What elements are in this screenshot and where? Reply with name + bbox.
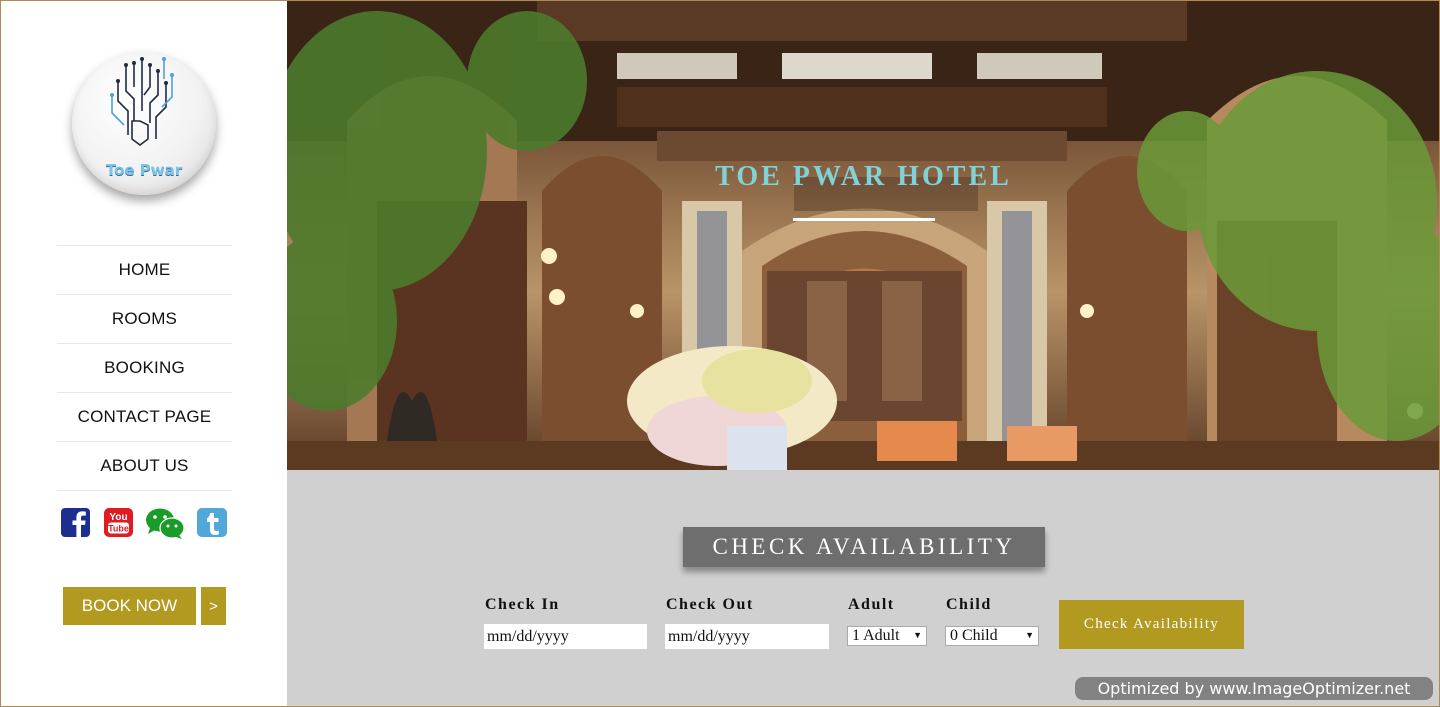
child-select[interactable]: 0 Child ▼ (945, 626, 1039, 646)
availability-section: CHECK AVAILABILITY Check In mm/dd/yyyy C… (287, 470, 1439, 706)
check-in-input[interactable]: mm/dd/yyyy (484, 624, 647, 649)
child-label: Child (946, 596, 992, 613)
availability-heading: CHECK AVAILABILITY (683, 527, 1045, 567)
wechat-icon[interactable] (145, 507, 185, 540)
adult-label: Adult (848, 596, 895, 613)
book-now-arrow-button[interactable]: > (201, 587, 226, 625)
chevron-down-icon: ▼ (1025, 630, 1034, 640)
logo[interactable]: Toe Pwar (72, 51, 216, 195)
nav-item-booking[interactable]: BOOKING (57, 344, 232, 393)
chevron-down-icon: ▼ (913, 630, 922, 640)
child-select-value: 0 Child (950, 627, 998, 644)
logo-text: Toe Pwar (105, 161, 183, 179)
adult-select-value: 1 Adult (852, 627, 900, 644)
hotel-lobby-image (287, 1, 1439, 470)
youtube-icon[interactable]: You Tube (104, 507, 133, 538)
check-out-label: Check Out (666, 596, 754, 613)
check-out-input[interactable]: mm/dd/yyyy (665, 624, 829, 649)
svg-text:Tube: Tube (108, 524, 129, 534)
svg-text:You: You (109, 512, 127, 523)
watermark-badge: Optimized by www.ImageOptimizer.net (1075, 677, 1433, 700)
sidebar: Toe Pwar HOME ROOMS BOOKING CONTACT PAGE… (1, 1, 286, 706)
nav-item-contact-page[interactable]: CONTACT PAGE (57, 393, 232, 442)
nav-item-rooms[interactable]: ROOMS (57, 295, 232, 344)
page-frame: Toe Pwar HOME ROOMS BOOKING CONTACT PAGE… (0, 0, 1440, 707)
facebook-icon[interactable] (61, 507, 91, 538)
nav-item-about-us[interactable]: ABOUT US (57, 442, 232, 491)
hero-title: TOE PWAR HOTEL (715, 161, 1012, 192)
main-nav: HOME ROOMS BOOKING CONTACT PAGE ABOUT US (57, 245, 232, 491)
social-links: You Tube (61, 507, 231, 541)
hero-banner: TOE PWAR HOTEL (287, 1, 1439, 470)
tumblr-icon[interactable] (197, 507, 227, 538)
check-availability-button[interactable]: Check Availability (1059, 600, 1244, 649)
adult-select[interactable]: 1 Adult ▼ (847, 626, 927, 646)
book-now-button[interactable]: BOOK NOW (63, 587, 196, 625)
nav-item-home[interactable]: HOME (57, 246, 232, 295)
check-in-label: Check In (485, 596, 560, 613)
hero-title-underline (793, 218, 935, 221)
